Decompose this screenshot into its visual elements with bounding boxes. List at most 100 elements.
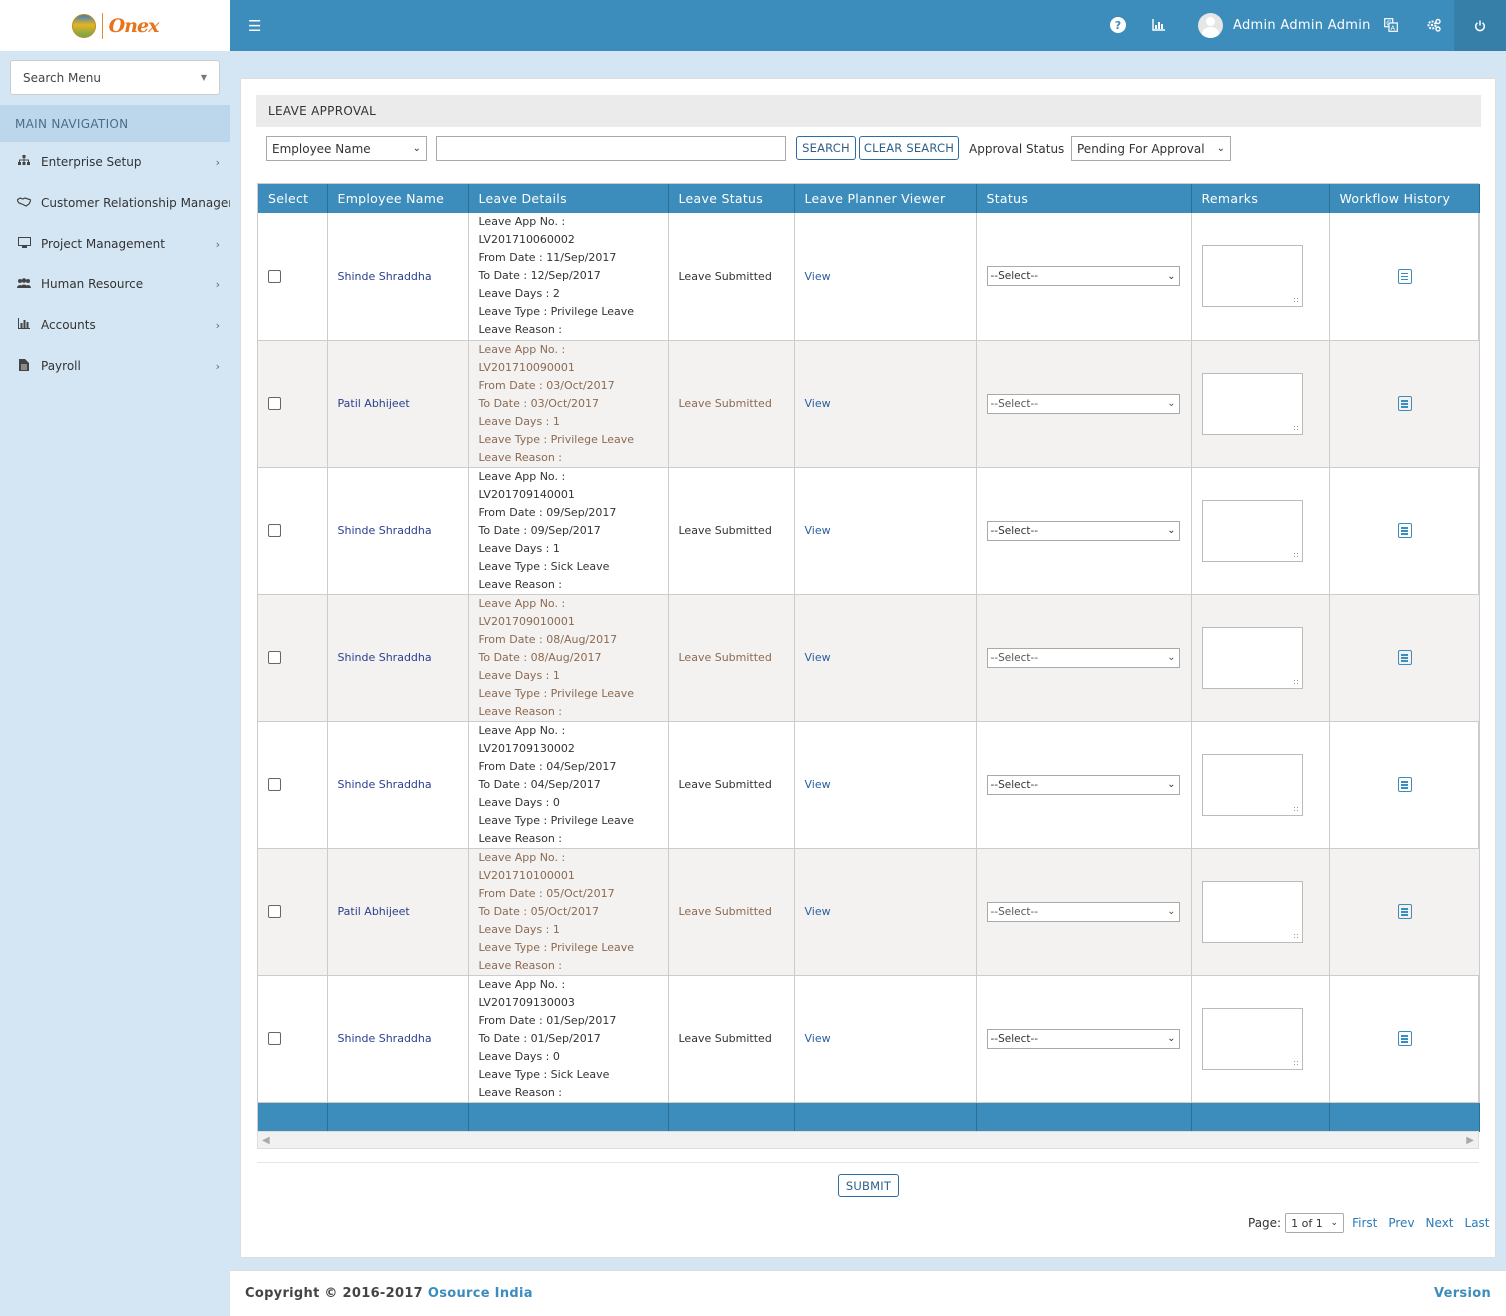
workflow-history-icon[interactable] (1397, 268, 1412, 284)
pager-first-link[interactable]: First (1352, 1216, 1377, 1230)
approval-status-select[interactable]: Pending For Approval ⌄ (1071, 136, 1231, 161)
sidebar-item-payroll[interactable]: Payroll › (0, 346, 230, 386)
workflow-cell (1329, 975, 1480, 1103)
employee-name-link[interactable]: Shinde Shraddha (338, 270, 432, 283)
leave-from-date: From Date : 09/Sep/2017 (478, 505, 617, 519)
pager-prev-link[interactable]: Prev (1388, 1216, 1414, 1230)
column-header[interactable]: Leave Details (468, 184, 669, 213)
employee-name-link[interactable]: Patil Abhijeet (338, 397, 410, 410)
select-cell (258, 594, 328, 722)
view-link[interactable]: View (805, 651, 831, 664)
leave-from-date: From Date : 08/Aug/2017 (478, 632, 618, 646)
workflow-history-icon[interactable] (1397, 650, 1412, 665)
view-link[interactable]: View (805, 1032, 831, 1045)
view-link[interactable]: View (805, 778, 831, 791)
workflow-history-icon[interactable] (1397, 777, 1412, 792)
page-select[interactable]: 1 of 1 ⌄ (1285, 1213, 1345, 1233)
row-checkbox[interactable] (268, 651, 281, 664)
search-input[interactable] (436, 136, 786, 161)
leave-app-no: LV201710100001 (478, 868, 575, 882)
company-link[interactable]: Osource India (428, 1286, 533, 1301)
hamburger-icon[interactable]: ☰ (248, 17, 261, 35)
row-checkbox[interactable] (268, 1032, 281, 1045)
employee-name-link[interactable]: Shinde Shraddha (338, 778, 432, 791)
leave-app-label: Leave App No. : (478, 596, 566, 610)
content-header-strip (230, 51, 1506, 67)
employee-name-link[interactable]: Shinde Shraddha (338, 1032, 432, 1045)
workflow-cell (1329, 340, 1480, 468)
row-checkbox[interactable] (268, 397, 281, 410)
leave-app-label: Leave App No. : (478, 850, 566, 864)
sidebar-item-crm[interactable]: Customer Relationship Management (0, 183, 230, 223)
status-select[interactable]: --Select-- ⌄ (986, 393, 1180, 414)
status-select[interactable]: --Select-- ⌄ (986, 266, 1180, 287)
view-link[interactable]: View (805, 524, 831, 537)
remarks-cell (1191, 594, 1330, 722)
scroll-left-icon[interactable]: ◀ (262, 1135, 270, 1146)
view-link[interactable]: View (805, 270, 831, 283)
chevron-right-icon: › (215, 237, 220, 251)
sidebar-item-accounts[interactable]: Accounts › (0, 305, 230, 345)
leave-status-cell: Leave Submitted (668, 340, 795, 468)
status-cell: --Select-- ⌄ (976, 848, 1192, 976)
view-link[interactable]: View (805, 397, 831, 410)
search-button[interactable]: SEARCH (796, 136, 856, 160)
workflow-cell (1329, 848, 1480, 976)
leave-status-cell: Leave Submitted (668, 721, 795, 849)
remarks-textarea[interactable] (1201, 245, 1303, 308)
column-header: Remarks (1191, 184, 1330, 213)
pager-next-link[interactable]: Next (1426, 1216, 1454, 1230)
pager-last-link[interactable]: Last (1465, 1216, 1490, 1230)
leave-app-label: Leave App No. : (478, 215, 566, 229)
workflow-history-icon[interactable] (1397, 396, 1412, 411)
status-select[interactable]: --Select-- ⌄ (986, 520, 1180, 541)
view-link[interactable]: View (805, 905, 831, 918)
brand-logo[interactable]: Onex (0, 0, 230, 51)
user-menu[interactable]: Admin Admin Admin (1198, 12, 1371, 38)
employee-name-link[interactable]: Shinde Shraddha (338, 651, 432, 664)
status-select[interactable]: --Select-- ⌄ (986, 901, 1180, 922)
row-checkbox[interactable] (268, 778, 281, 791)
status-select-value: --Select-- (990, 397, 1039, 410)
status-select[interactable]: --Select-- ⌄ (986, 1028, 1180, 1049)
leave-app-no: LV201710090001 (478, 360, 575, 374)
chevron-right-icon: › (215, 155, 220, 169)
sidebar-item-human-resource[interactable]: Human Resource › (0, 264, 230, 304)
row-checkbox[interactable] (268, 269, 281, 283)
column-header[interactable]: Employee Name (327, 184, 469, 213)
row-checkbox[interactable] (268, 905, 281, 918)
gears-icon[interactable] (1427, 15, 1441, 35)
workflow-history-icon[interactable] (1397, 904, 1412, 919)
remarks-cell (1191, 975, 1330, 1103)
remarks-textarea[interactable] (1201, 626, 1303, 689)
leave-reason: Leave Reason : (478, 958, 563, 972)
remarks-textarea[interactable] (1201, 880, 1303, 943)
clear-search-button[interactable]: CLEAR SEARCH (859, 136, 959, 160)
remarks-textarea[interactable] (1201, 372, 1303, 435)
search-field-select[interactable]: Employee Name ⌄ (266, 136, 427, 161)
scroll-right-icon[interactable]: ▶ (1466, 1135, 1474, 1146)
remarks-textarea[interactable] (1201, 1007, 1303, 1070)
employee-name-link[interactable]: Shinde Shraddha (338, 524, 432, 537)
horizontal-scrollbar[interactable]: ◀ ▶ (257, 1131, 1479, 1149)
leave-type: Leave Type : Privilege Leave (478, 813, 635, 827)
power-icon[interactable] (1454, 0, 1506, 51)
submit-button[interactable]: SUBMIT (838, 1174, 899, 1197)
workflow-history-icon[interactable] (1397, 1031, 1412, 1046)
row-checkbox[interactable] (268, 524, 281, 537)
search-menu-select[interactable]: Search Menu ▼ (10, 60, 220, 95)
column-header[interactable]: Leave Status (668, 184, 795, 213)
status-select[interactable]: --Select-- ⌄ (986, 647, 1180, 668)
translate-icon[interactable]: GA (1384, 15, 1398, 35)
sidebar-item-enterprise-setup[interactable]: Enterprise Setup › (0, 142, 230, 182)
bar-chart-icon[interactable] (1152, 15, 1165, 35)
version-link[interactable]: Version (1434, 1286, 1491, 1301)
chevron-right-icon: › (215, 277, 220, 291)
status-select[interactable]: --Select-- ⌄ (986, 774, 1180, 795)
employee-name-link[interactable]: Patil Abhijeet (338, 905, 410, 918)
workflow-history-icon[interactable] (1397, 523, 1412, 538)
remarks-textarea[interactable] (1201, 753, 1303, 816)
remarks-textarea[interactable] (1201, 499, 1303, 562)
question-circle-icon[interactable]: ? (1110, 17, 1126, 33)
sidebar-item-project-management[interactable]: Project Management › (0, 224, 230, 264)
